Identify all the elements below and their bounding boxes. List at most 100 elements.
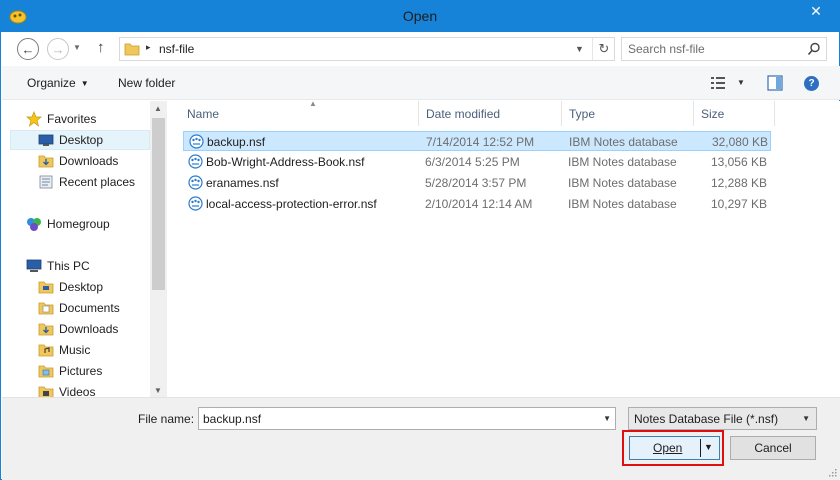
view-options-dropdown-icon[interactable]: ▼	[737, 78, 745, 87]
nav-pc-music[interactable]: Music	[38, 340, 90, 360]
desktop-icon	[38, 134, 54, 146]
table-row[interactable]: backup.nsf 7/14/2014 12:52 PM IBM Notes …	[183, 131, 771, 151]
new-folder-button[interactable]: New folder	[118, 76, 175, 90]
nav-pc-documents-label: Documents	[59, 301, 120, 315]
search-box[interactable]	[621, 37, 827, 61]
file-size: 10,297 KB	[710, 197, 767, 211]
breadcrumb-nsf-file[interactable]: nsf-file	[159, 42, 194, 56]
address-bar[interactable]: ▸ nsf-file ▼ ↻	[119, 37, 615, 61]
cancel-button[interactable]: Cancel	[730, 436, 816, 460]
file-name: backup.nsf	[207, 135, 266, 149]
scroll-down-icon[interactable]: ▼	[154, 386, 162, 395]
back-arrow-icon: ←	[21, 41, 35, 57]
open-button[interactable]: Open ▼	[629, 436, 720, 460]
nav-pc-downloads[interactable]: Downloads	[38, 319, 118, 339]
nav-pc-downloads-label: Downloads	[59, 322, 119, 336]
nav-this-pc-label: This PC	[47, 259, 90, 273]
open-options-dropdown-icon[interactable]: ▼	[704, 442, 713, 452]
pictures-folder-icon	[38, 365, 54, 378]
scroll-up-icon[interactable]: ▲	[154, 104, 162, 113]
nav-scrollbar[interactable]: ▲ ▼	[150, 101, 167, 397]
resize-grip-icon[interactable]	[827, 467, 837, 477]
sort-ascending-icon: ▲	[309, 99, 317, 108]
nav-desktop-favorite[interactable]: Desktop	[10, 130, 150, 150]
folder-icon	[124, 43, 140, 56]
nav-this-pc[interactable]: This PC	[26, 256, 90, 276]
chevron-down-icon: ▼	[802, 414, 810, 423]
file-name-label: File name:	[138, 412, 195, 426]
column-header-type[interactable]: Type	[563, 101, 694, 126]
file-name-combobox[interactable]: ▼	[198, 407, 616, 430]
table-row[interactable]: local-access-protection-error.nsf 2/10/2…	[183, 194, 771, 214]
file-size: 13,056 KB	[710, 155, 767, 169]
open-dialog: Open ✕ ← → ▼ ↑ ▸ nsf-file ▼ ↻ Search nsf…	[0, 0, 840, 480]
nav-recent-places-label: Recent places	[59, 175, 136, 189]
file-name-dropdown-icon[interactable]: ▼	[603, 414, 611, 423]
recent-places-icon	[39, 175, 53, 189]
nav-pc-desktop-label: Desktop	[59, 280, 104, 294]
file-type: IBM Notes database	[568, 176, 677, 190]
file-date: 7/14/2014 12:52 PM	[426, 135, 535, 149]
nav-homegroup[interactable]: Homegroup	[26, 214, 110, 234]
up-folder-button[interactable]: ↑	[97, 39, 105, 56]
file-name: local-access-protection-error.nsf	[206, 197, 377, 211]
column-header-size[interactable]: Size	[695, 101, 775, 126]
nav-pc-documents[interactable]: Documents	[38, 298, 120, 318]
homegroup-icon	[27, 218, 41, 231]
split-divider	[700, 439, 701, 457]
nav-favorites-label: Favorites	[47, 112, 97, 126]
nav-scrollbar-thumb[interactable]	[152, 118, 165, 290]
command-bar: Organize ▼ New folder ▼ ?	[2, 66, 840, 100]
nav-pc-pictures-label: Pictures	[59, 364, 103, 378]
organize-label: Organize	[27, 76, 76, 90]
computer-icon	[26, 259, 42, 272]
help-icon[interactable]: ?	[804, 76, 819, 91]
column-size-label: Size	[701, 106, 725, 121]
chevron-down-icon: ▼	[80, 79, 89, 88]
bottom-panel: File name: ▼ Notes Database File (*.nsf)…	[2, 397, 840, 480]
search-input[interactable]	[628, 41, 798, 57]
table-row[interactable]: eranames.nsf 5/28/2014 3:57 PM IBM Notes…	[183, 173, 771, 193]
desktop-folder-icon	[38, 281, 54, 294]
close-button[interactable]: ✕	[799, 1, 833, 21]
nav-recent-places[interactable]: Recent places	[38, 172, 135, 192]
table-row[interactable]: Bob-Wright-Address-Book.nsf 6/3/2014 5:2…	[183, 152, 771, 172]
file-list: Name ▲ Date modified Type Size backup.ns…	[167, 99, 840, 397]
star-icon	[26, 111, 42, 127]
column-header-name[interactable]: Name ▲	[181, 99, 419, 126]
refresh-button[interactable]: ↻	[592, 38, 615, 60]
navigation-pane: Favorites Desktop Downloads Recent place…	[2, 101, 167, 399]
address-dropdown-icon[interactable]: ▼	[575, 44, 584, 54]
column-header-date[interactable]: Date modified	[420, 101, 562, 126]
nav-pc-pictures[interactable]: Pictures	[38, 361, 102, 381]
nav-homegroup-label: Homegroup	[47, 217, 110, 231]
notes-database-icon	[189, 134, 204, 149]
forward-button[interactable]: →	[47, 38, 69, 60]
forward-arrow-icon: →	[51, 41, 65, 57]
preview-pane-icon[interactable]	[767, 75, 783, 91]
nav-favorites[interactable]: Favorites	[26, 109, 96, 129]
nav-pc-desktop[interactable]: Desktop	[38, 277, 103, 297]
file-name: eranames.nsf	[206, 176, 279, 190]
window-title: Open	[402, 8, 438, 24]
file-name-input[interactable]	[203, 411, 583, 427]
open-button-label: Open	[653, 441, 683, 455]
nav-downloads-favorite[interactable]: Downloads	[38, 151, 118, 171]
file-type: IBM Notes database	[568, 197, 677, 211]
search-icon	[807, 42, 820, 56]
nav-desktop-label: Desktop	[59, 133, 104, 147]
organize-button[interactable]: Organize ▼	[27, 76, 89, 90]
documents-folder-icon	[38, 302, 54, 315]
close-icon: ✕	[810, 2, 822, 19]
breadcrumb-separator-icon: ▸	[146, 42, 151, 52]
file-type-select[interactable]: Notes Database File (*.nsf) ▼	[628, 407, 817, 430]
nav-downloads-label: Downloads	[59, 154, 119, 168]
column-name-label: Name	[187, 106, 220, 121]
file-size: 12,288 KB	[710, 176, 767, 190]
column-type-label: Type	[569, 106, 596, 121]
history-dropdown-icon[interactable]: ▼	[73, 43, 81, 52]
back-button[interactable]: ←	[17, 38, 39, 60]
view-details-icon[interactable]	[710, 76, 726, 90]
downloads-folder-icon	[38, 323, 54, 336]
title-bar[interactable]: Open ✕	[1, 1, 839, 32]
